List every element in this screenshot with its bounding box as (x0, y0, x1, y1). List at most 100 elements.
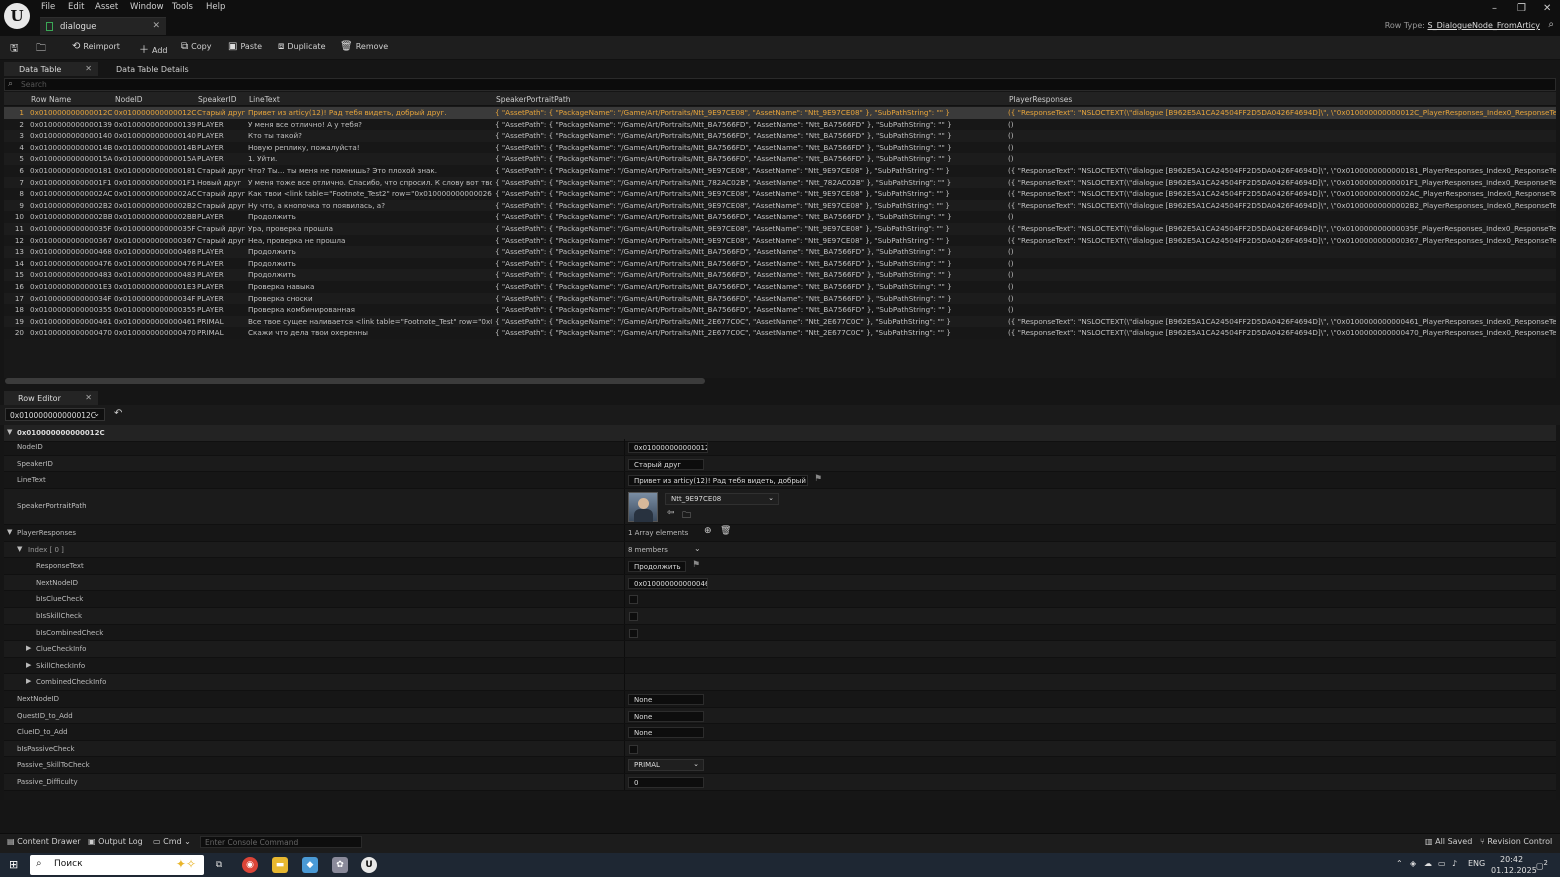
browse-icon[interactable]: 🗀 (36, 41, 46, 58)
table-row[interactable]: 10 0x01000000000002BB 0x01000000000002BB PL… (4, 211, 1556, 223)
table-row[interactable]: 4 0x010000000000014B 0x010000000000014B PLA… (4, 141, 1556, 154)
menu-edit[interactable]: Edit (68, 2, 84, 12)
speakerid-input[interactable]: Старый друг (628, 458, 704, 470)
table-row[interactable]: 1 0x010000000000012C 0x010000000000012C Ста… (4, 107, 1556, 119)
app-icon[interactable]: ◆ (302, 857, 318, 873)
column-header[interactable]: NodeID (115, 95, 143, 104)
column-header[interactable]: PlayerResponses (1009, 95, 1072, 104)
articy-icon[interactable]: ✿ (332, 857, 348, 873)
column-header[interactable]: Row Name (31, 95, 71, 104)
add-button[interactable]: ＋ Add (139, 41, 168, 56)
chrome-icon[interactable]: ◉ (242, 857, 258, 873)
reimport-button[interactable]: ⟲ Reimport (72, 41, 120, 52)
menu-help[interactable]: Help (206, 2, 225, 12)
expand-arrow-icon[interactable]: ▼ (7, 428, 12, 436)
table-row[interactable]: 18 0x0100000000000355 0x0100000000000355 PL… (4, 304, 1556, 316)
expand-arrow-icon[interactable]: ▼ (7, 528, 12, 536)
notification-icon[interactable]: ▢2 (1536, 859, 1548, 871)
close-icon[interactable]: ✕ (152, 21, 160, 31)
responsetext-input[interactable]: Продолжить (628, 561, 686, 573)
clue-check-checkbox[interactable] (629, 595, 638, 605)
difficulty-input[interactable]: 0 (628, 777, 704, 788)
table-row[interactable]: 13 0x0100000000000468 0x0100000000000468 PL… (4, 246, 1556, 258)
language-indicator[interactable]: ENG (1468, 859, 1485, 868)
nextnodeid-input[interactable]: 0x0100000000000461 (628, 577, 708, 589)
close-icon[interactable]: ✕ (85, 64, 92, 73)
portrait-thumbnail[interactable] (628, 491, 658, 522)
search-icon[interactable]: ⌕ (1548, 19, 1554, 30)
passive-check-checkbox[interactable] (629, 744, 638, 754)
table-row[interactable]: 17 0x010000000000034F 0x010000000000034F PL… (4, 292, 1556, 305)
revision-control-button[interactable]: ⑂ Revision Control (1480, 837, 1552, 846)
linetext-input[interactable]: Привет из articy(12)! Рад тебя видеть, д… (628, 475, 808, 487)
row-nextnodeid-input[interactable]: None (628, 694, 704, 705)
table-row[interactable]: 11 0x010000000000035F 0x010000000000035F Ст… (4, 223, 1556, 235)
paste-button[interactable]: ▣ Paste (228, 41, 262, 52)
combined-check-checkbox[interactable] (629, 628, 638, 638)
nodeid-input[interactable]: 0x010000000000012C (628, 442, 708, 453)
table-row[interactable]: 15 0x0100000000000483 0x0100000000000483 PL… (4, 269, 1556, 281)
tab-row-editor[interactable]: Row Editor ✕ (4, 391, 98, 405)
table-row[interactable]: 6 0x0100000000000181 0x0100000000000181 Ста… (4, 165, 1556, 177)
save-icon[interactable]: 🖫 (10, 41, 19, 58)
table-row[interactable]: 7 0x01000000000001F1 0x01000000000001F1 Нов… (4, 176, 1556, 189)
row-select-dropdown[interactable]: 0x010000000000012C ⌄ (5, 408, 105, 421)
console-command-input[interactable]: Enter Console Command (200, 836, 362, 848)
menu-tools[interactable]: Tools (172, 2, 193, 12)
flag-icon[interactable]: ⚑ (814, 474, 822, 484)
add-element-icon[interactable]: ⊕ (704, 526, 712, 536)
portrait-asset-dropdown[interactable]: Ntt_9E97CE08 ⌄ (665, 492, 779, 505)
table-row[interactable]: 14 0x0100000000000476 0x0100000000000476 PL… (4, 257, 1556, 270)
expand-arrow-icon[interactable]: ▶ (26, 644, 31, 652)
table-row[interactable]: 5 0x010000000000015A 0x010000000000015A PLA… (4, 153, 1556, 165)
maximize-button[interactable]: ❐ (1517, 3, 1526, 14)
column-header[interactable]: SpeakerPortraitPath (496, 95, 571, 104)
table-row[interactable]: 20 0x0100000000000470 0x0100000000000470 PR… (4, 327, 1556, 339)
chevron-down-icon[interactable]: ⌄ (694, 544, 701, 553)
expand-arrow-icon[interactable]: ▶ (26, 677, 31, 685)
tray-cloud-icon[interactable]: ☁ (1424, 859, 1432, 868)
table-row[interactable]: 8 0x01000000000002AC 0x01000000000002AC Ста… (4, 188, 1556, 200)
tray-app-icon[interactable]: ◈ (1410, 859, 1416, 868)
table-search-input[interactable]: ⌕ Search (4, 78, 1556, 91)
horizontal-scrollbar[interactable] (5, 378, 705, 384)
column-header[interactable]: LineText (249, 95, 280, 104)
clock-date[interactable]: 01.12.2025 (1491, 866, 1537, 875)
flag-icon[interactable]: ⚑ (692, 560, 700, 570)
remove-button[interactable]: 🗑 Remove (340, 41, 388, 52)
table-row[interactable]: 16 0x01000000000001E3 0x01000000000001E3 PL… (4, 281, 1556, 293)
duplicate-button[interactable]: ⧈ Duplicate (278, 41, 326, 52)
menu-asset[interactable]: Asset (95, 2, 118, 12)
tab-data-table-details[interactable]: Data Table Details (110, 62, 195, 76)
row-type-link[interactable]: S_DialogueNode_FromArticy (1427, 21, 1540, 30)
all-saved-button[interactable]: ▥ All Saved (1425, 837, 1472, 846)
trash-icon[interactable]: 🗑 (720, 526, 731, 536)
table-row[interactable]: 9 0x01000000000002B2 0x01000000000002B2 Ста… (4, 199, 1556, 212)
clock-time[interactable]: 20:42 (1500, 855, 1523, 864)
windows-start-icon[interactable]: ⊞ (9, 858, 18, 871)
taskbar-search[interactable]: ⌕ Поиск ✦✧ (30, 855, 204, 875)
reset-arrow-icon[interactable]: ↶ (114, 408, 122, 419)
close-window-button[interactable]: ✕ (1543, 3, 1551, 14)
cmd-dropdown[interactable]: ▭ Cmd ⌄ (153, 837, 191, 846)
table-row[interactable]: 19 0x0100000000000461 0x0100000000000461 PR… (4, 315, 1556, 328)
expand-arrow-icon[interactable]: ▶ (26, 661, 31, 669)
questid-input[interactable]: None (628, 710, 704, 722)
minimize-button[interactable]: – (1492, 3, 1497, 14)
asset-tab-dialogue[interactable]: dialogue ✕ (40, 17, 166, 35)
table-row[interactable]: 12 0x0100000000000367 0x0100000000000367 Ст… (4, 234, 1556, 247)
menu-window[interactable]: Window (130, 2, 164, 12)
close-icon[interactable]: ✕ (85, 393, 92, 402)
tray-network-icon[interactable]: ▭ (1438, 859, 1446, 868)
file-explorer-icon[interactable]: ▬ (272, 857, 288, 873)
content-drawer-button[interactable]: ▤ Content Drawer (7, 837, 81, 846)
expand-arrow-icon[interactable]: ▼ (17, 545, 22, 553)
unreal-logo[interactable]: U (4, 3, 30, 29)
skill-check-checkbox[interactable] (629, 612, 638, 621)
tray-chevron-up-icon[interactable]: ⌃ (1396, 859, 1403, 868)
output-log-button[interactable]: ▣ Output Log (88, 837, 143, 846)
table-row[interactable]: 3 0x0100000000000140 0x0100000000000140 PLA… (4, 130, 1556, 142)
menu-file[interactable]: File (41, 2, 55, 12)
tab-data-table[interactable]: Data Table ✕ (4, 62, 98, 76)
task-view-icon[interactable]: ⧉ (211, 857, 227, 873)
